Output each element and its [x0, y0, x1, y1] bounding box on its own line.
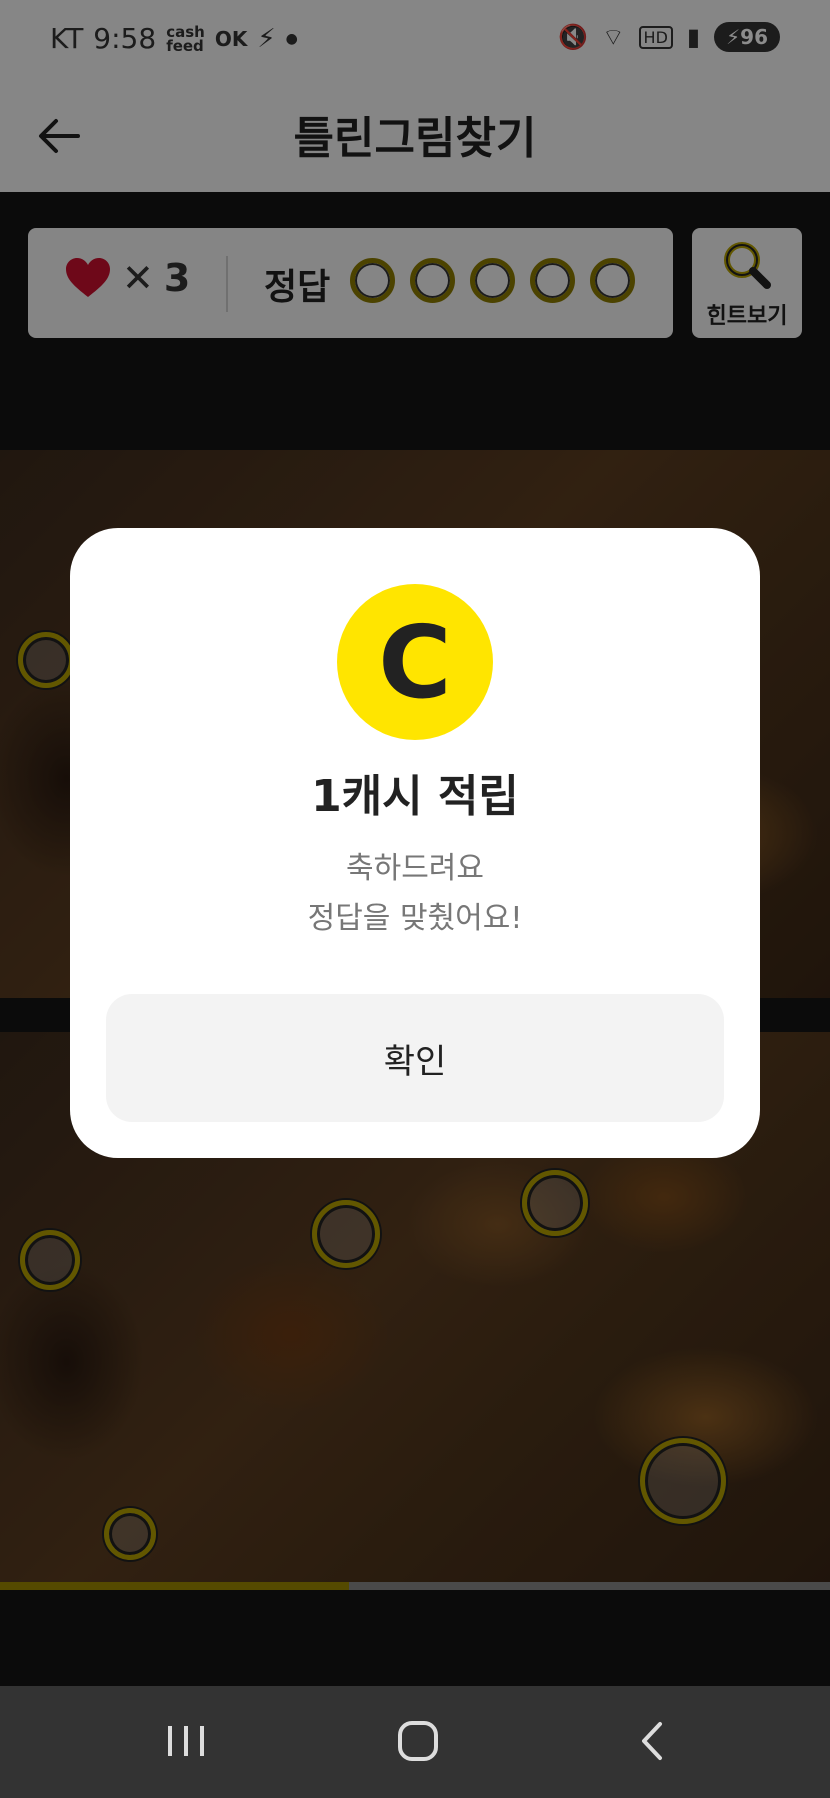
reward-dialog: C 1캐시 적립 축하드려요 정답을 맞췄어요! 확인	[70, 528, 760, 1158]
coin-letter: C	[378, 603, 452, 721]
home-icon	[398, 1721, 438, 1761]
system-nav-bar	[0, 1686, 830, 1798]
dialog-message-line1: 축하드려요	[346, 851, 484, 886]
dialog-message: 축하드려요 정답을 맞췄어요!	[70, 844, 760, 944]
recent-apps-icon	[168, 1726, 204, 1756]
dialog-title: 1캐시 적립	[311, 771, 519, 822]
confirm-button[interactable]: 확인	[106, 994, 724, 1122]
home-button[interactable]	[388, 1716, 448, 1766]
chevron-left-icon	[642, 1722, 662, 1760]
dialog-message-line2: 정답을 맞췄어요!	[307, 901, 523, 936]
nav-back-button[interactable]	[622, 1716, 682, 1766]
recent-apps-button[interactable]	[156, 1716, 216, 1766]
cash-coin-icon: C	[337, 584, 493, 740]
